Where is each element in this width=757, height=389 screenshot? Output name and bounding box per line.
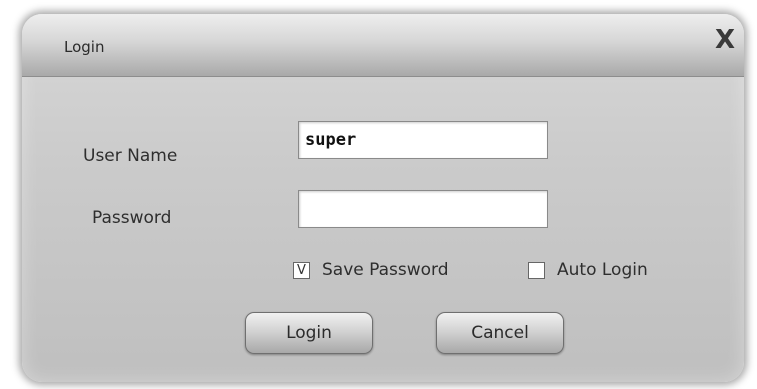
auto-login-label: Auto Login [557,260,648,280]
dialog-title: Login [64,38,105,56]
auto-login-option[interactable]: Auto Login [528,260,648,280]
cancel-button[interactable]: Cancel [436,312,564,354]
login-dialog: Login X User Name Password V Save Passwo… [22,14,744,382]
username-label: User Name [83,146,178,166]
save-password-option[interactable]: V Save Password [293,260,449,280]
close-icon[interactable]: X [712,26,738,54]
save-password-label: Save Password [322,260,449,280]
password-label: Password [92,208,172,228]
password-field[interactable] [298,190,548,228]
auto-login-checkbox[interactable] [528,261,545,279]
username-field[interactable] [298,121,548,159]
title-bar: Login X [22,14,744,77]
login-button[interactable]: Login [245,312,373,354]
save-password-checkbox[interactable]: V [293,261,310,279]
